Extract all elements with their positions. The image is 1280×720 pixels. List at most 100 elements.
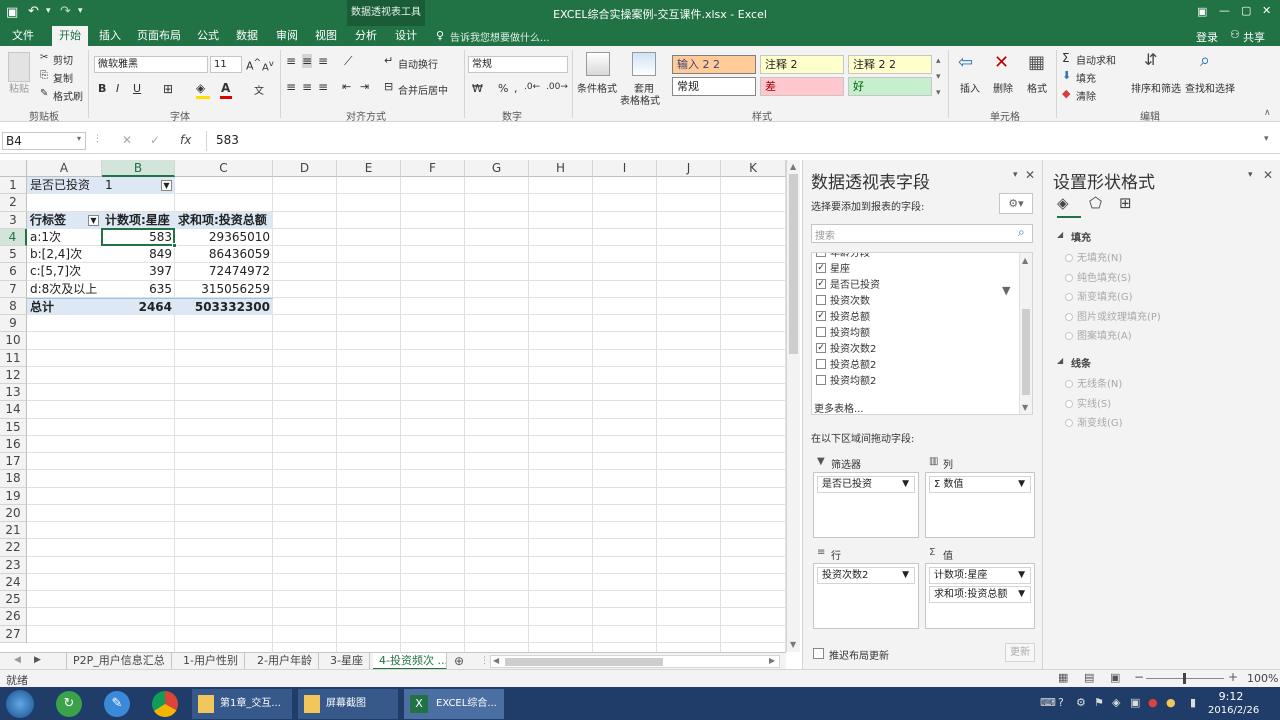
tab-design[interactable]: 设计: [392, 26, 420, 46]
pivot-count-value[interactable]: 397: [102, 263, 175, 280]
align-middle-icon[interactable]: ≡: [302, 54, 313, 68]
sheet-tab[interactable]: 2-用户年龄: [251, 653, 319, 670]
help-tray-icon[interactable]: ?: [1058, 696, 1064, 709]
paste-button[interactable]: 粘贴: [9, 80, 29, 95]
pivot-count-value[interactable]: 849: [102, 246, 175, 263]
row-header-12[interactable]: 12: [0, 366, 27, 384]
phonetic-icon[interactable]: 文: [254, 82, 264, 97]
column-header-a[interactable]: A: [27, 160, 102, 177]
keyboard-icon[interactable]: ⌨: [1040, 696, 1056, 709]
pivot-total-sum[interactable]: 503332300: [175, 297, 273, 315]
column-header-f[interactable]: F: [401, 160, 465, 177]
format-cells-button[interactable]: 格式: [1027, 80, 1047, 95]
row-header-3[interactable]: 3: [0, 211, 27, 229]
radio-button[interactable]: [1065, 312, 1073, 321]
dropdown-icon[interactable]: ▼: [902, 477, 909, 492]
row-labels-dropdown-icon[interactable]: ▼: [88, 214, 99, 226]
find-select-icon[interactable]: ⌕: [1200, 50, 1210, 71]
tray-icon[interactable]: ⚑: [1094, 696, 1104, 709]
format-cells-icon[interactable]: ▦: [1028, 52, 1045, 73]
collapse-ribbon-icon[interactable]: ∧: [1264, 108, 1271, 118]
scroll-up-icon[interactable]: ▲: [790, 162, 796, 171]
field-item[interactable]: 年龄分段: [816, 253, 870, 262]
pivot-total-count[interactable]: 2464: [102, 297, 175, 315]
section-expand-icon[interactable]: ◢: [1057, 230, 1063, 239]
fill-button[interactable]: 填充: [1076, 70, 1096, 85]
filters-area[interactable]: 是否已投资 ▼: [813, 472, 919, 538]
eraser-icon[interactable]: ◆: [1062, 87, 1070, 100]
field-item[interactable]: 投资均额2: [816, 374, 876, 390]
italic-button[interactable]: I: [116, 82, 119, 95]
radio-button[interactable]: [1065, 380, 1073, 388]
tab-formulas[interactable]: 公式: [194, 26, 222, 46]
align-bottom-icon[interactable]: ≡: [318, 54, 328, 68]
confirm-entry-icon[interactable]: ✓: [150, 133, 160, 147]
page-layout-view-icon[interactable]: ▤: [1084, 671, 1094, 684]
row-field-item[interactable]: 投资次数2 ▼: [817, 567, 915, 584]
clock-date[interactable]: 2016/2/26: [1208, 705, 1270, 716]
field-item[interactable]: ✓ 投资总额: [816, 310, 870, 326]
tell-me-search[interactable]: 告诉我您想要做什么...: [450, 29, 550, 44]
pivot-count-value[interactable]: 635: [102, 281, 175, 298]
row-header-22[interactable]: 22: [0, 539, 27, 557]
style-input-2-2[interactable]: 输入 2 2: [672, 55, 756, 74]
column-header-d[interactable]: D: [273, 160, 337, 177]
pivot-sum-value[interactable]: 72474972: [175, 263, 273, 280]
more-tables-link[interactable]: 更多表格...: [814, 400, 864, 414]
unchecked-checkbox[interactable]: [816, 359, 826, 369]
font-size-combo[interactable]: 11: [210, 56, 242, 73]
pivot-sum-value[interactable]: 315056259: [175, 281, 273, 298]
align-left-icon[interactable]: ≡: [286, 80, 296, 94]
clear-button[interactable]: 清除: [1076, 88, 1096, 103]
undo-icon[interactable]: ↶: [28, 4, 39, 19]
pivot-sum-value[interactable]: 86436059: [175, 246, 273, 263]
underline-button[interactable]: U: [133, 82, 141, 95]
row-header-5[interactable]: 5: [0, 246, 27, 264]
tray-icon[interactable]: ◈: [1112, 696, 1120, 709]
format-option[interactable]: 无线条(N): [1065, 378, 1122, 392]
row-header-9[interactable]: 9: [0, 315, 27, 333]
undo-dropdown-icon[interactable]: ▾: [46, 6, 51, 16]
borders-icon[interactable]: ⊞: [163, 82, 173, 96]
tray-icon[interactable]: ●: [1166, 696, 1176, 709]
zoom-out-icon[interactable]: −: [1134, 670, 1144, 684]
radio-button[interactable]: [1065, 254, 1073, 262]
column-header-e[interactable]: E: [337, 160, 401, 177]
checked-checkbox[interactable]: ✓: [816, 279, 826, 289]
unchecked-checkbox[interactable]: [816, 253, 826, 257]
row-header-24[interactable]: 24: [0, 573, 27, 591]
find-select-button[interactable]: 查找和选择: [1185, 80, 1235, 95]
gear-icon[interactable]: ⚙▾: [999, 193, 1033, 214]
format-option[interactable]: 纯色填充(S): [1065, 272, 1131, 286]
cut-button[interactable]: 剪切: [53, 52, 73, 67]
styles-more-icon[interactable]: ▾: [936, 88, 941, 98]
field-item[interactable]: 投资次数: [816, 294, 870, 310]
scroll-right-icon[interactable]: ▶: [769, 656, 775, 665]
delete-cells-icon[interactable]: ✕: [994, 52, 1009, 73]
sheet-tab[interactable]: P2P_用户信息汇总: [66, 653, 172, 670]
tab-splitter-icon[interactable]: ⋮: [480, 656, 489, 666]
style-note-2[interactable]: 注释 2: [760, 55, 844, 74]
decrease-indent-icon[interactable]: ⇤: [342, 80, 351, 93]
fill-icon[interactable]: ⬇: [1062, 69, 1071, 82]
format-as-table-icon[interactable]: [632, 52, 656, 76]
align-top-icon[interactable]: ≡: [286, 54, 296, 68]
format-option[interactable]: 渐变线(G): [1065, 417, 1123, 431]
merge-center-button[interactable]: 合并后居中: [398, 82, 448, 97]
values-area[interactable]: 计数项:星座 ▼ 求和项:投资总额 ▼: [925, 563, 1035, 629]
row-header-25[interactable]: 25: [0, 591, 27, 609]
checked-checkbox[interactable]: ✓: [816, 311, 826, 321]
row-header-8[interactable]: 8: [0, 297, 27, 315]
format-option[interactable]: 渐变填充(G): [1065, 291, 1133, 305]
format-as-table-button-line2[interactable]: 表格格式: [620, 92, 660, 107]
fill-color-icon[interactable]: ◈: [196, 81, 205, 95]
field-item[interactable]: ✓ 星座: [816, 262, 850, 278]
font-color-icon[interactable]: A: [221, 81, 230, 95]
row-header-11[interactable]: 11: [0, 349, 27, 367]
row-header-20[interactable]: 20: [0, 504, 27, 522]
tab-file[interactable]: 文件: [8, 26, 38, 46]
pivot-header-b[interactable]: 计数项:星座: [102, 211, 175, 229]
autosum-button[interactable]: 自动求和: [1076, 52, 1116, 67]
fill-section-header[interactable]: 填充: [1071, 229, 1091, 244]
tab-insert[interactable]: 插入: [96, 26, 124, 46]
